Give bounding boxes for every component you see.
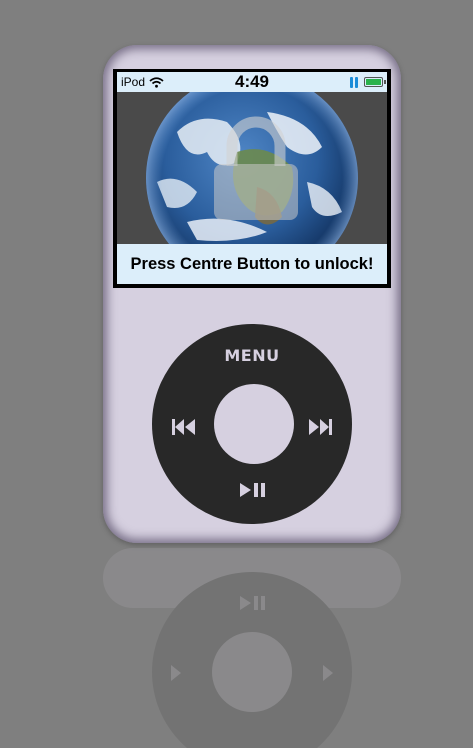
device-name: iPod (121, 75, 146, 89)
status-bar: iPod 4:49 (117, 72, 387, 92)
rewind-icon[interactable] (171, 418, 197, 436)
reflection-image (103, 548, 401, 748)
pause-icon (350, 76, 358, 88)
padlock-icon (214, 116, 298, 220)
battery-icon (364, 77, 386, 87)
ipod-reflection (103, 548, 401, 748)
play-pause-icon[interactable] (239, 482, 269, 498)
wifi-icon (149, 76, 164, 88)
lock-screen-wallpaper (117, 92, 387, 244)
fast-forward-icon[interactable] (307, 418, 333, 436)
unlock-message: Press Centre Button to unlock! (117, 244, 387, 284)
menu-button[interactable]: MENU (202, 346, 302, 365)
center-button[interactable] (214, 384, 294, 464)
battery-fill (366, 79, 381, 85)
